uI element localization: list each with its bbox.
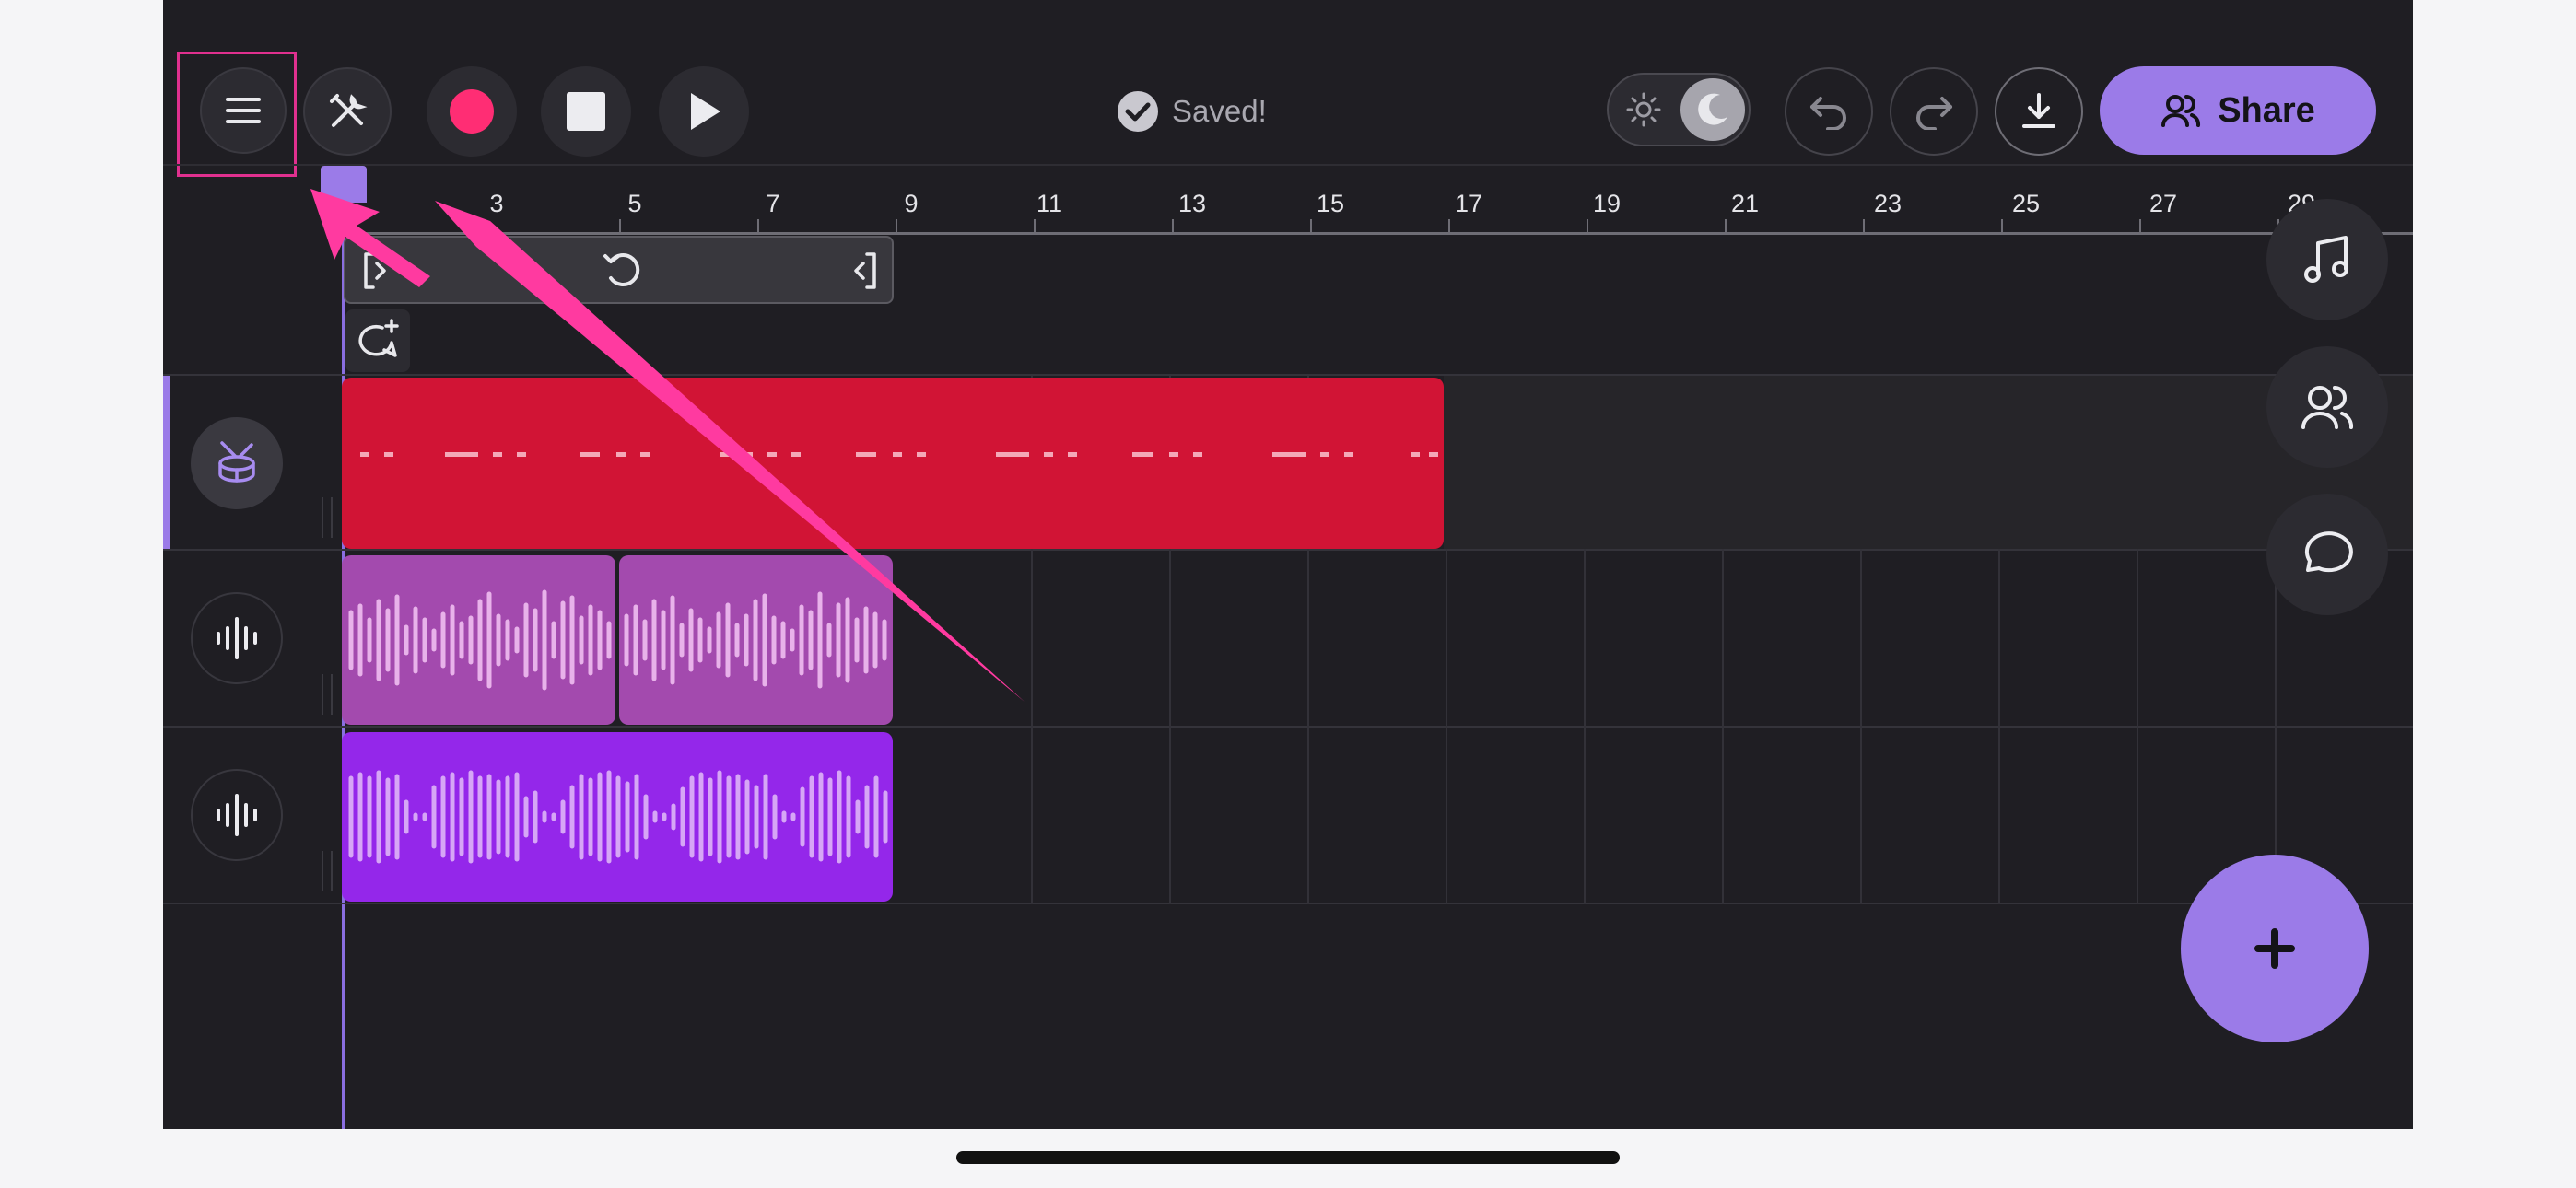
annotation-arrow [310,189,1025,702]
app-window: Saved! Share 3 5 7 9 11 13 15 17 19 21 2… [163,0,2413,1129]
home-indicator [956,1151,1620,1164]
